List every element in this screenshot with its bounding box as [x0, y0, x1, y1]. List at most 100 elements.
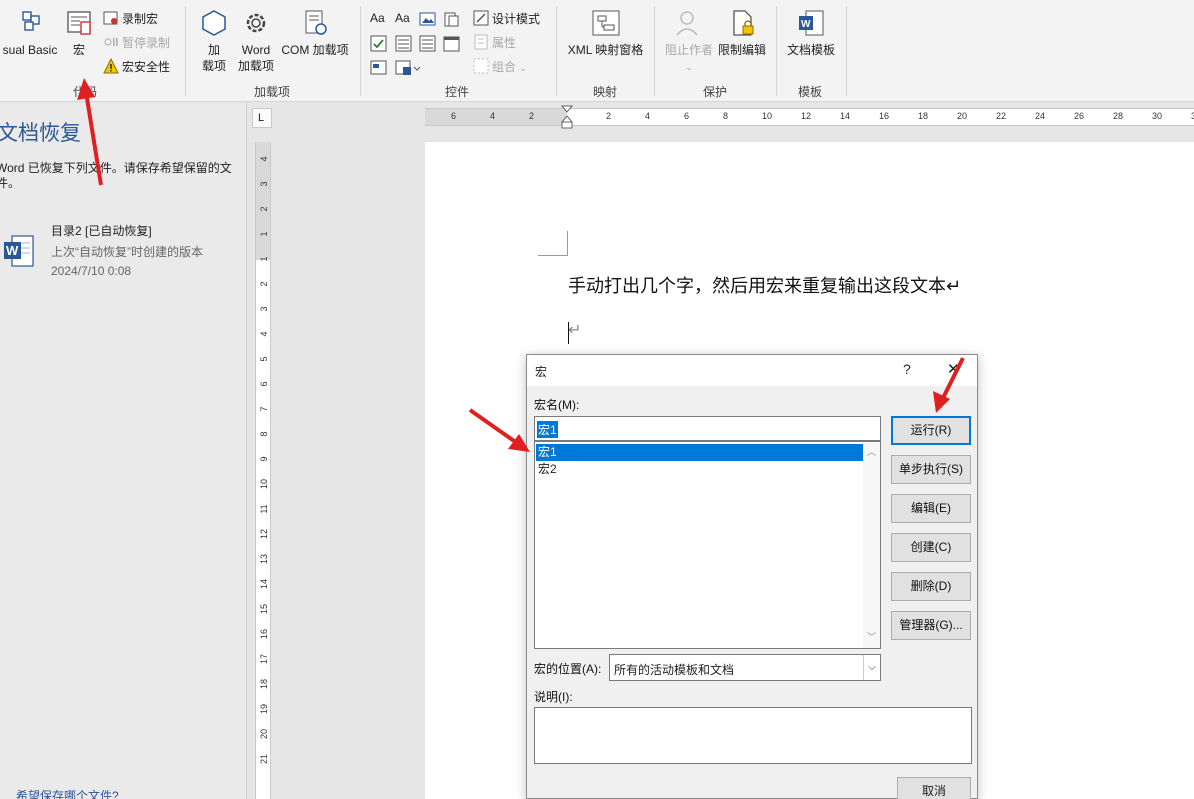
- visual-basic-icon: [22, 11, 40, 31]
- organizer-button[interactable]: 管理器(G)...: [891, 611, 971, 640]
- svg-text:W: W: [801, 19, 811, 30]
- group-divider: [654, 6, 655, 96]
- ruler-number: 16: [879, 111, 890, 121]
- list-scrollbar[interactable]: ︿ ﹀: [863, 442, 880, 648]
- rich-text-control-icon[interactable]: Aa: [370, 11, 387, 28]
- document-template-button[interactable]: W 文档模板: [784, 8, 838, 58]
- run-button[interactable]: 运行(R): [891, 416, 971, 445]
- ruler-number: 12: [259, 529, 269, 540]
- date-picker-control-icon[interactable]: [443, 35, 460, 52]
- dialog-titlebar[interactable]: 宏 ? ✕: [527, 355, 977, 386]
- ruler-number: 2: [606, 111, 612, 121]
- protect-group-label: 保护: [702, 85, 727, 99]
- addins-button[interactable]: 加 载项: [195, 8, 233, 74]
- restrict-editing-button[interactable]: 限制编辑: [716, 8, 768, 58]
- ruler-number: 2: [259, 206, 269, 212]
- cancel-button[interactable]: 取消: [897, 777, 971, 799]
- tab-selector[interactable]: L: [252, 108, 272, 128]
- word-document-icon: W: [4, 235, 34, 267]
- ruler-number: 2: [529, 111, 535, 121]
- checkbox-control-icon[interactable]: [370, 35, 387, 52]
- ruler-number: 30: [1152, 111, 1163, 121]
- macro-list[interactable]: 宏1 宏2 ︿ ﹀: [534, 441, 881, 649]
- ruler-number: 13: [259, 554, 269, 565]
- macro-list-item[interactable]: 宏2: [536, 461, 863, 478]
- dialog-title: 宏: [535, 365, 548, 379]
- ruler-number: 1: [259, 256, 269, 262]
- design-mode-button[interactable]: 设计模式: [473, 9, 540, 29]
- properties-button[interactable]: 属性: [473, 33, 516, 53]
- help-link-text: 希望保存哪个文件?: [16, 789, 119, 799]
- xml-mapping-pane-button[interactable]: XML 映射窗格: [563, 8, 648, 58]
- pause-recording-button[interactable]: 暂停录制: [103, 33, 170, 53]
- recovery-title: 文档恢复: [0, 122, 81, 145]
- group-divider: [185, 6, 186, 96]
- ruler-number: 4: [490, 111, 496, 121]
- help-button[interactable]: ?: [903, 361, 911, 377]
- group-label: 组合: [492, 60, 517, 74]
- delete-button[interactable]: 删除(D): [891, 572, 971, 601]
- pause-icon: [104, 38, 118, 46]
- ruler-number: 14: [840, 111, 851, 121]
- text-boundary-corner-mark: [538, 231, 568, 256]
- addins-label-1: 加: [207, 43, 220, 57]
- description-label: 说明(I):: [534, 690, 573, 704]
- ruler-number: 4: [259, 156, 269, 162]
- ruler-number: 21: [259, 754, 269, 765]
- macro-location-select[interactable]: 所有的活动模板和文档 ⌵: [609, 654, 881, 681]
- visual-basic-button[interactable]: sual Basic: [0, 8, 60, 58]
- legacy-tools-icon[interactable]: [395, 59, 423, 76]
- ruler-number: 6: [259, 381, 269, 387]
- scroll-up-icon[interactable]: ︿: [867, 445, 876, 458]
- templates-group-label: 模板: [797, 85, 822, 99]
- ruler-number: 22: [996, 111, 1007, 121]
- ruler-number: 10: [762, 111, 773, 121]
- building-block-control-icon[interactable]: [443, 11, 460, 28]
- repeating-section-control-icon[interactable]: [370, 59, 387, 76]
- ruler-number: 16: [259, 629, 269, 640]
- combo-box-control-icon[interactable]: [395, 35, 412, 52]
- pause-recording-label: 暂停录制: [122, 36, 171, 50]
- properties-label: 属性: [492, 36, 517, 50]
- macro-location-value: 所有的活动模板和文档: [614, 663, 735, 677]
- lock-document-icon: [733, 10, 754, 36]
- hexagon-addin-icon: [202, 10, 226, 36]
- properties-icon: [474, 34, 488, 50]
- indent-marker-icon[interactable]: [561, 105, 573, 131]
- group-button[interactable]: 组合 ⌄: [473, 57, 527, 77]
- which-file-to-save-link[interactable]: 希望保存哪个文件?: [0, 787, 119, 799]
- com-addins-button[interactable]: COM 加载项: [279, 8, 351, 58]
- ruler-number: 14: [259, 579, 269, 590]
- ruler-number: 18: [918, 111, 929, 121]
- step-into-button[interactable]: 单步执行(S): [891, 455, 971, 484]
- ruler-number: 26: [1074, 111, 1085, 121]
- horizontal-ruler[interactable]: 6422468101214161820222426283032: [425, 105, 1194, 129]
- scroll-down-icon[interactable]: ﹀: [867, 630, 876, 643]
- create-button[interactable]: 创建(C): [891, 533, 971, 562]
- recovered-file-item[interactable]: W 目录2 [已自动恢复] 上次“自动恢复”时创建的版本 2024/7/10 0…: [0, 215, 245, 287]
- word-addins-button[interactable]: Word 加载项: [236, 8, 276, 74]
- vertical-ruler[interactable]: 4 3 2 1 1 2 3 4 5 6 7 8 9 10 11 12 13 14 15 16 17 18 19 20 21: [255, 142, 271, 799]
- ruler-number: 9: [259, 456, 269, 462]
- ruler-number: 24: [1035, 111, 1046, 121]
- macro-list-item[interactable]: 宏1: [536, 444, 863, 461]
- description-field[interactable]: [534, 707, 972, 764]
- record-macro-icon: [103, 11, 118, 25]
- ruler-number: 19: [259, 704, 269, 715]
- edit-button[interactable]: 编辑(E): [891, 494, 971, 523]
- paragraph-mark: ↵: [568, 322, 582, 339]
- macro-name-input[interactable]: 宏1: [534, 416, 881, 441]
- com-addins-label: COM 加载项: [281, 43, 349, 57]
- macro-security-button[interactable]: 宏安全性: [103, 57, 170, 77]
- picture-control-icon[interactable]: [419, 11, 436, 28]
- block-authors-button[interactable]: 阻止作者 ⌄: [662, 8, 716, 75]
- close-icon[interactable]: ✕: [947, 360, 960, 378]
- record-macro-button[interactable]: 录制宏: [103, 9, 158, 29]
- macro-button[interactable]: 宏: [62, 8, 96, 58]
- dropdown-control-icon[interactable]: [419, 35, 436, 52]
- group-divider: [776, 6, 777, 96]
- plain-text-control-icon[interactable]: Aa: [395, 11, 412, 28]
- chevron-down-icon[interactable]: ⌵: [863, 655, 880, 680]
- mapping-group-label: 映射: [592, 85, 617, 99]
- xml-mapping-label: XML 映射窗格: [567, 43, 644, 57]
